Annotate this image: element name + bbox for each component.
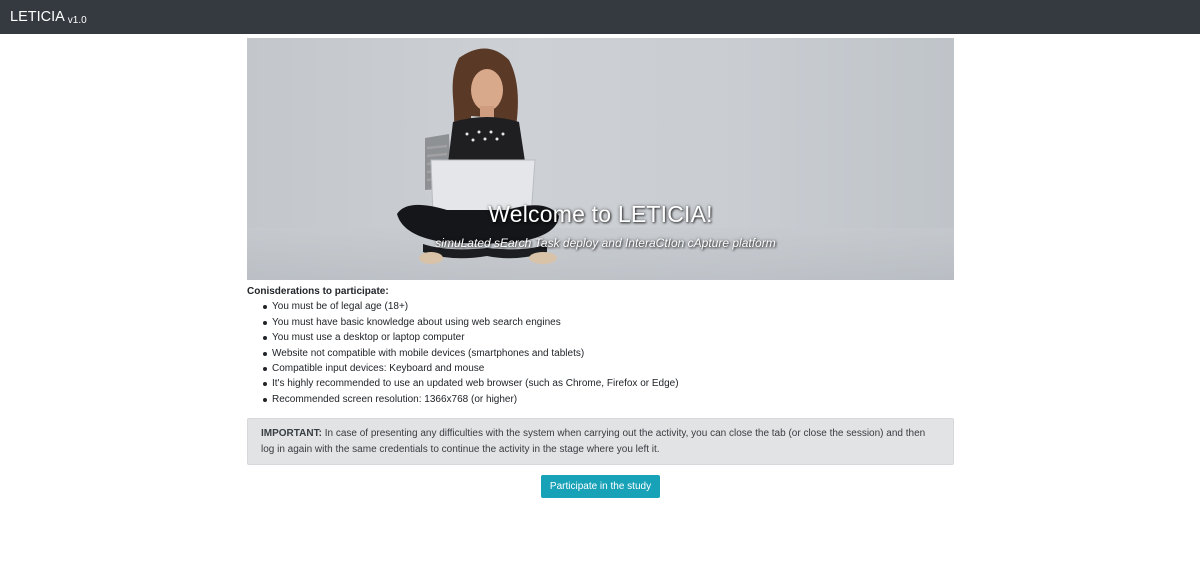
alert-text: In case of presenting any difficulties w…	[261, 428, 926, 455]
list-item: Recommended screen resolution: 1366x768 …	[263, 392, 954, 407]
considerations-list: You must be of legal age (18+) You must …	[247, 299, 954, 407]
list-item: You must use a desktop or laptop compute…	[263, 330, 954, 345]
hero-title: Welcome to LETICIA!	[488, 201, 713, 227]
hero-banner: Welcome to LETICIA! simuLated sEarch Tas…	[247, 38, 954, 280]
actions-row: Participate in the study	[247, 475, 954, 499]
participate-button[interactable]: Participate in the study	[540, 475, 661, 499]
list-item: Compatible input devices: Keyboard and m…	[263, 361, 954, 376]
alert-label: IMPORTANT:	[261, 428, 322, 440]
top-navbar: LETICIA v1.0	[0, 0, 1200, 34]
list-item: It's highly recommended to use an update…	[263, 376, 954, 391]
list-item: You must be of legal age (18+)	[263, 299, 954, 314]
brand-version: v1.0	[67, 15, 87, 26]
list-item: Website not compatible with mobile devic…	[263, 346, 954, 361]
brand-name: LETICIA	[10, 9, 65, 25]
considerations-title: Conisderations to participate:	[247, 286, 389, 297]
list-item: You must have basic knowledge about usin…	[263, 315, 954, 330]
considerations-section: Conisderations to participate: You must …	[247, 284, 954, 407]
important-alert: IMPORTANT: In case of presenting any dif…	[247, 418, 954, 466]
brand-link[interactable]: LETICIA v1.0	[10, 9, 87, 26]
hero-subtitle: simuLated sEarch Task deploy and InteraC…	[435, 236, 776, 250]
main-container: Welcome to LETICIA! simuLated sEarch Tas…	[247, 38, 954, 499]
